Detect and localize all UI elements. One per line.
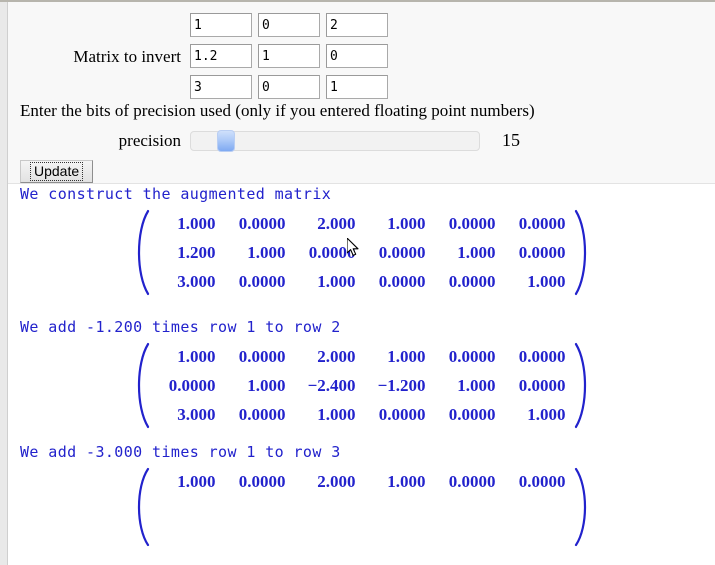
window-top-border — [0, 0, 715, 2]
matrix-cell: 1.000 — [502, 400, 572, 429]
left-gutter — [0, 0, 8, 565]
matrix-cell: 0.0000 — [222, 467, 292, 547]
matrix-cell: 1.000 — [152, 342, 222, 371]
matrix-grid-3: 1.000 0.0000 2.000 1.000 0.0000 0.0000 — [152, 467, 572, 547]
matrix-cell: 0.0000 — [432, 400, 502, 429]
matrix-cell-0-0[interactable] — [190, 13, 252, 37]
matrix-cell: 1.000 — [292, 267, 362, 296]
matrix-cell: 0.0000 — [432, 267, 502, 296]
precision-slider[interactable] — [190, 131, 480, 151]
matrix-cell: 3.000 — [152, 400, 222, 429]
matrix-cell: 1.000 — [222, 371, 292, 400]
matrix-cell: 0.0000 — [502, 371, 572, 400]
matrix-cell: 1.200 — [152, 238, 222, 267]
matrix-cell: 0.0000 — [292, 238, 362, 267]
matrix-cell: 1.000 — [152, 467, 222, 547]
matrix-cell: 0.0000 — [432, 209, 502, 238]
matrix-cell-1-2[interactable] — [326, 44, 388, 68]
matrix-cell: 2.000 — [292, 342, 362, 371]
matrix-input-form: x Matrix to invert x — [8, 10, 715, 103]
matrix-cell-0-1[interactable] — [258, 13, 320, 37]
matrix-cell: 1.000 — [362, 209, 432, 238]
results-area: We construct the augmented matrix 1.000 … — [8, 185, 715, 565]
augmented-matrix-1: 1.000 0.0000 2.000 1.000 0.0000 0.0000 1… — [8, 209, 715, 296]
matrix-cell: 2.000 — [292, 209, 362, 238]
matrix-cell: 1.000 — [152, 209, 222, 238]
matrix-cell: 1.000 — [502, 267, 572, 296]
matrix-cell: 0.0000 — [502, 467, 572, 547]
matrix-cell: 1.000 — [292, 400, 362, 429]
matrix-cell: 1.000 — [362, 342, 432, 371]
matrix-input-row-3: x — [8, 72, 715, 102]
matrix-cell: 1.000 — [222, 238, 292, 267]
matrix-cell: 0.0000 — [502, 238, 572, 267]
matrix-input-row-1: x — [8, 10, 715, 40]
matrix-cell: 1.000 — [432, 371, 502, 400]
matrix-cell-2-1[interactable] — [258, 75, 320, 99]
spacer-1 — [8, 296, 715, 318]
matrix-cell: 0.0000 — [432, 342, 502, 371]
precision-slider-row: precision 15 — [8, 130, 520, 151]
matrix-cell: 0.0000 — [362, 267, 432, 296]
matrix-cell: 2.000 — [292, 467, 362, 547]
matrix-cell: 0.0000 — [362, 400, 432, 429]
step-text-2: We add -1.200 times row 1 to row 2 — [8, 318, 715, 336]
left-paren-icon-2 — [130, 342, 152, 429]
update-button[interactable]: Update — [20, 160, 93, 183]
matrix-cell-1-1[interactable] — [258, 44, 320, 68]
matrix-cell: 0.0000 — [432, 467, 502, 547]
matrix-grid-1: 1.000 0.0000 2.000 1.000 0.0000 0.0000 1… — [152, 209, 572, 296]
control-panel: x Matrix to invert x Enter the bits of p… — [8, 2, 715, 184]
matrix-cell-0-2[interactable] — [326, 13, 388, 37]
precision-value: 15 — [502, 130, 520, 151]
left-paren-icon-1 — [130, 209, 152, 296]
matrix-cell-2-2[interactable] — [326, 75, 388, 99]
left-paren-icon-3 — [130, 467, 152, 547]
matrix-grid-2: 1.000 0.0000 2.000 1.000 0.0000 0.0000 0… — [152, 342, 572, 429]
matrix-cell-2-0[interactable] — [190, 75, 252, 99]
step-text-3: We add -3.000 times row 1 to row 3 — [8, 443, 715, 461]
spacer-2 — [8, 429, 715, 443]
matrix-cell: −1.200 — [362, 371, 432, 400]
matrix-cell: 0.0000 — [222, 267, 292, 296]
step-text-1: We construct the augmented matrix — [8, 185, 715, 203]
precision-slider-handle[interactable] — [217, 130, 235, 152]
step-block-2: We add -1.200 times row 1 to row 2 1.000… — [8, 318, 715, 429]
matrix-input-row-2: Matrix to invert — [8, 41, 715, 71]
matrix-cell: 0.0000 — [222, 400, 292, 429]
matrix-cell: 0.0000 — [502, 209, 572, 238]
precision-label: precision — [8, 131, 190, 151]
matrix-cell-1-0[interactable] — [190, 44, 252, 68]
matrix-cell: 1.000 — [432, 238, 502, 267]
matrix-cell: 3.000 — [152, 267, 222, 296]
matrix-cell: 0.0000 — [222, 209, 292, 238]
matrix-cell: 0.0000 — [362, 238, 432, 267]
augmented-matrix-3: 1.000 0.0000 2.000 1.000 0.0000 0.0000 — [8, 467, 715, 547]
matrix-cell: 1.000 — [362, 467, 432, 547]
matrix-to-invert-label: Matrix to invert — [8, 48, 190, 65]
augmented-matrix-2: 1.000 0.0000 2.000 1.000 0.0000 0.0000 0… — [8, 342, 715, 429]
matrix-cell: 0.0000 — [222, 342, 292, 371]
matrix-cell: −2.400 — [292, 371, 362, 400]
update-button-label: Update — [30, 162, 83, 181]
matrix-cell: 0.0000 — [152, 371, 222, 400]
precision-instruction-text: Enter the bits of precision used (only i… — [20, 101, 535, 121]
matrix-cell: 0.0000 — [502, 342, 572, 371]
right-paren-icon-3 — [572, 467, 594, 547]
right-paren-icon-2 — [572, 342, 594, 429]
right-paren-icon-1 — [572, 209, 594, 296]
step-block-1: We construct the augmented matrix 1.000 … — [8, 185, 715, 296]
step-block-3: We add -3.000 times row 1 to row 3 1.000… — [8, 443, 715, 547]
